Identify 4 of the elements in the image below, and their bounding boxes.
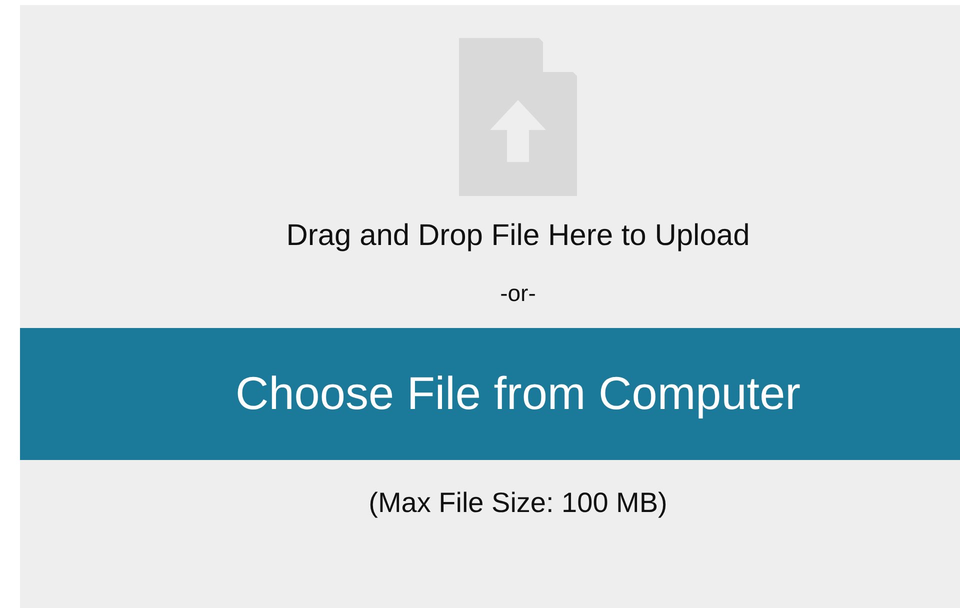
upload-prompt: Drag and Drop File Here to Upload <box>286 218 750 254</box>
max-size-note: (Max File Size: 100 MB) <box>368 486 668 520</box>
separator-text: -or- <box>500 280 536 308</box>
choose-file-button[interactable]: Choose File from Computer <box>20 328 960 460</box>
